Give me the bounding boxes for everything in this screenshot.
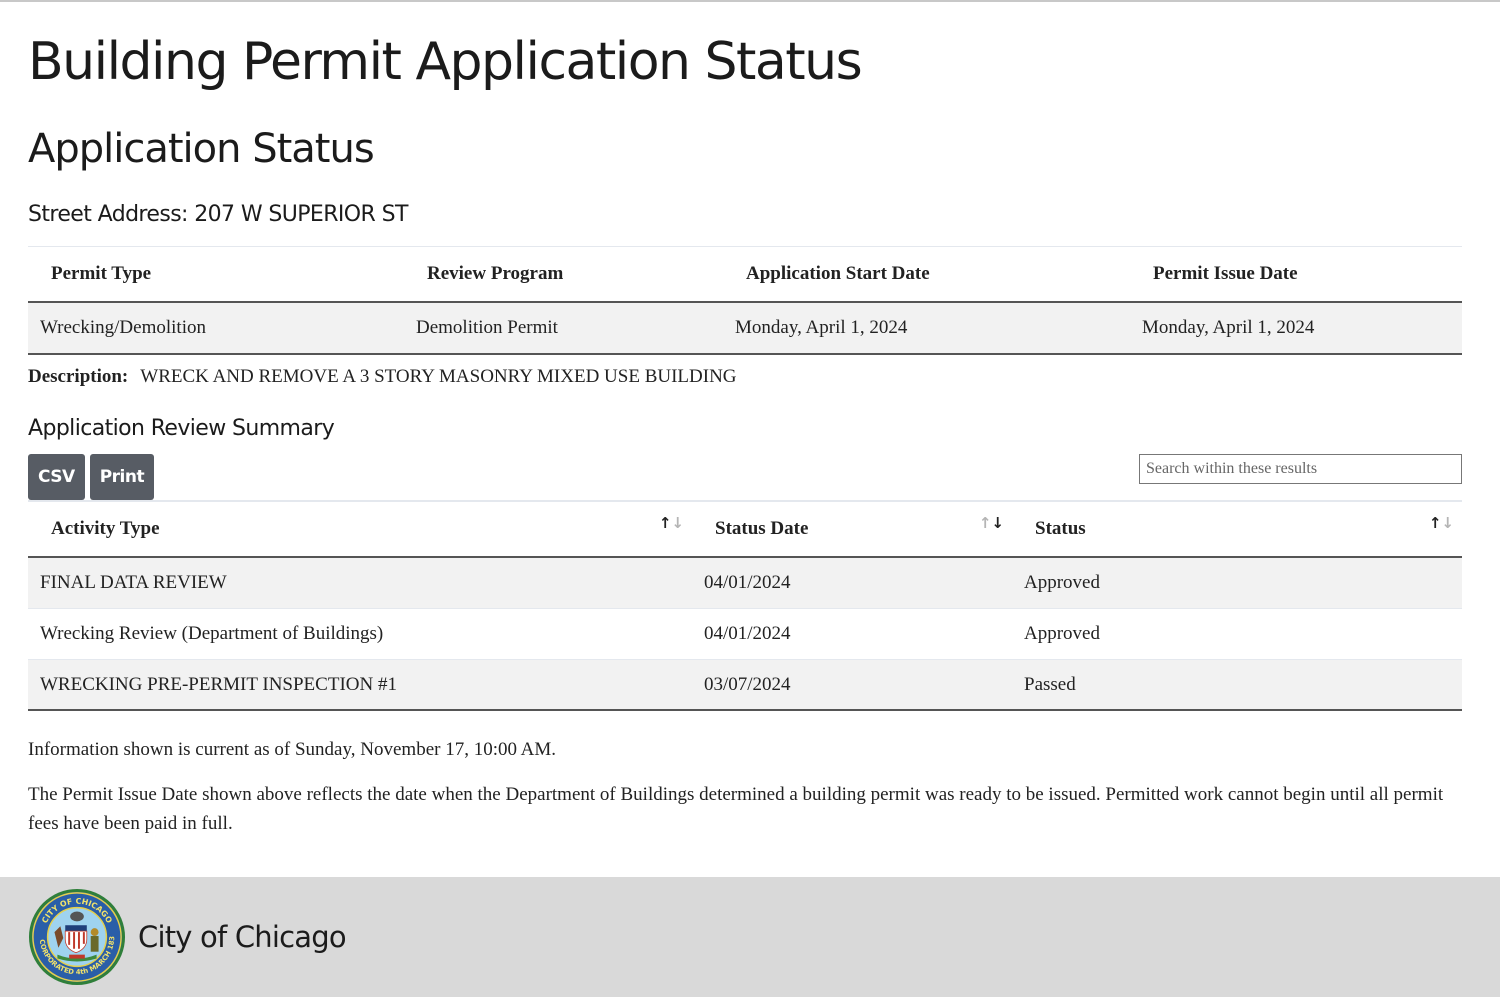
table-row: Wrecking Review (Department of Buildings… (28, 609, 1462, 660)
header-permit-type: Permit Type (51, 263, 152, 284)
header-permit-issue-date: Permit Issue Date (1153, 263, 1298, 284)
review-table: Activity Type ↑↓ Status Date ↑↓ Status ↑… (28, 500, 1462, 711)
table-row: WRECKING PRE-PERMIT INSPECTION #1 03/07/… (28, 660, 1462, 711)
activity-type-cell: FINAL DATA REVIEW (40, 572, 227, 593)
footer: CITY OF CHICAGO INCORPORATED 4th MARCH 1… (0, 877, 1500, 997)
sort-down-icon: ↓ (671, 514, 684, 532)
permit-row: Wrecking/Demolition Demolition Permit Mo… (28, 303, 1462, 355)
search-input[interactable] (1139, 454, 1462, 484)
header-status-date-label: Status Date (715, 518, 809, 539)
sort-down-icon: ↓ (1441, 514, 1454, 532)
csv-button[interactable]: CSV (28, 454, 85, 500)
header-status[interactable]: Status ↑↓ (1012, 501, 1462, 557)
current-as-of-note: Information shown is current as of Sunda… (28, 739, 557, 760)
permit-issue-disclaimer: The Permit Issue Date shown above reflec… (28, 784, 1444, 834)
page-title: Building Permit Application Status (28, 32, 863, 92)
status-date-cell: 03/07/2024 (704, 673, 791, 695)
header-application-start-date: Application Start Date (746, 263, 930, 284)
sort-up-icon: ↑ (1428, 514, 1442, 532)
status-date-cell: 04/01/2024 (704, 623, 791, 644)
header-review-program: Review Program (427, 263, 564, 284)
table-row: FINAL DATA REVIEW 04/01/2024 Approved (28, 558, 1462, 609)
description: Description: WRECK AND REMOVE A 3 STORY M… (28, 366, 737, 388)
street-address: Street Address: 207 W SUPERIOR ST (28, 202, 408, 227)
permit-table: Permit Type Review Program Application S… (28, 246, 1462, 355)
permit-type-value: Wrecking/Demolition (40, 317, 206, 338)
footer-title: City of Chicago (138, 920, 347, 954)
header-activity-type[interactable]: Activity Type ↑↓ (28, 501, 692, 557)
description-text: WRECK AND REMOVE A 3 STORY MASONRY MIXED… (140, 366, 737, 387)
activity-type-cell: WRECKING PRE-PERMIT INSPECTION #1 (40, 673, 397, 695)
print-button[interactable]: Print (89, 454, 155, 500)
header-activity-type-label: Activity Type (51, 518, 160, 539)
section-title: Application Status (28, 126, 375, 172)
application-start-date-value: Monday, April 1, 2024 (735, 317, 908, 338)
activity-type-cell: Wrecking Review (Department of Buildings… (40, 623, 384, 644)
description-label: Description: (28, 366, 129, 387)
permit-table-header: Permit Type Review Program Application S… (28, 247, 1462, 303)
header-status-date[interactable]: Status Date ↑↓ (692, 501, 1012, 557)
status-date-cell: 04/01/2024 (704, 572, 791, 593)
export-buttons: CSV Print (28, 454, 155, 500)
sort-icon[interactable]: ↑↓ (979, 495, 1004, 551)
status-cell: Approved (1024, 623, 1100, 644)
header-status-label: Status (1035, 518, 1086, 539)
review-table-header: Activity Type ↑↓ Status Date ↑↓ Status ↑… (28, 502, 1462, 558)
review-summary-title: Application Review Summary (28, 416, 335, 441)
status-cell: Approved (1024, 572, 1100, 593)
sort-icon[interactable]: ↑↓ (659, 495, 684, 551)
permit-issue-date-value: Monday, April 1, 2024 (1142, 317, 1315, 338)
review-program-value: Demolition Permit (416, 317, 558, 338)
sort-down-icon: ↓ (991, 514, 1004, 532)
sort-up-icon: ↑ (978, 514, 992, 532)
review-table-body: FINAL DATA REVIEW 04/01/2024 Approved Wr… (28, 558, 1462, 711)
sort-up-icon: ↑ (658, 514, 672, 532)
city-seal-icon: CITY OF CHICAGO INCORPORATED 4th MARCH 1… (28, 888, 126, 986)
sort-icon[interactable]: ↑↓ (1429, 495, 1454, 551)
status-cell: Passed (1024, 673, 1076, 695)
